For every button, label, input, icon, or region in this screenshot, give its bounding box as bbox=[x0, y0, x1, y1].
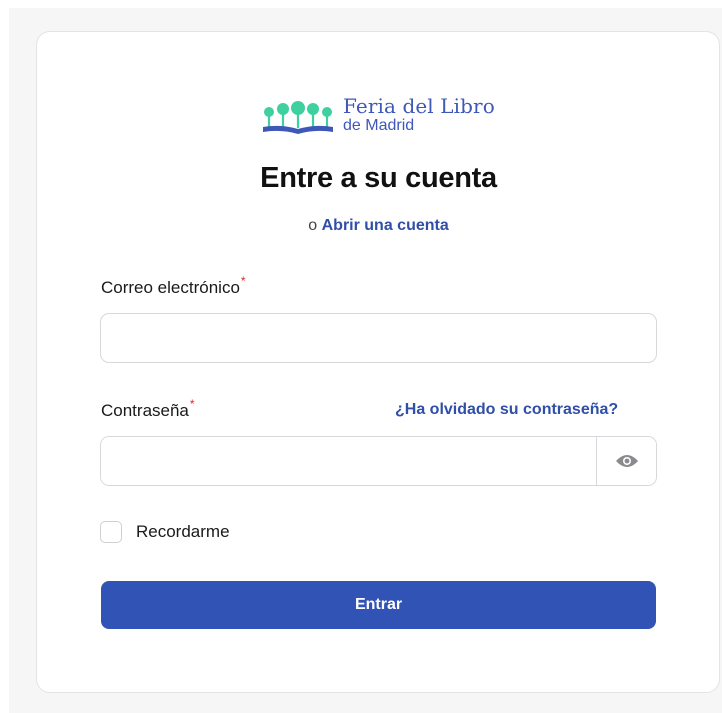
logo-text: Feria del Libro de Madrid bbox=[343, 96, 495, 134]
page-title: Entre a su cuenta bbox=[260, 162, 497, 194]
email-label-text: Correo electrónico bbox=[101, 278, 240, 297]
password-field[interactable] bbox=[101, 437, 596, 485]
subtitle-prefix: o bbox=[308, 217, 318, 234]
toggle-password-visibility-button[interactable] bbox=[596, 437, 656, 485]
create-account-line: o Abrir una cuenta bbox=[0, 217, 722, 235]
submit-button[interactable]: Entrar bbox=[101, 581, 656, 629]
required-marker: * bbox=[240, 274, 246, 288]
logo-subtitle: de Madrid bbox=[343, 117, 415, 134]
remember-label: Recordarme bbox=[136, 522, 230, 541]
password-label: Contraseña* bbox=[101, 397, 195, 421]
create-account-link[interactable]: Abrir una cuenta bbox=[322, 217, 449, 234]
book-trees-icon bbox=[263, 101, 333, 134]
logo-title: Feria del Libro bbox=[343, 94, 495, 118]
forgot-password-link[interactable]: ¿Ha olvidado su contraseña? bbox=[395, 401, 618, 419]
email-field[interactable] bbox=[100, 313, 657, 363]
password-field-group bbox=[100, 436, 657, 486]
feria-logo[interactable]: Feria del Libro de Madrid bbox=[261, 96, 495, 136]
required-marker: * bbox=[189, 397, 195, 411]
eye-icon bbox=[615, 455, 638, 467]
password-label-text: Contraseña bbox=[101, 401, 189, 420]
remember-me: Recordarme bbox=[100, 521, 230, 543]
email-label: Correo electrónico* bbox=[101, 274, 246, 298]
remember-checkbox[interactable] bbox=[100, 521, 122, 543]
